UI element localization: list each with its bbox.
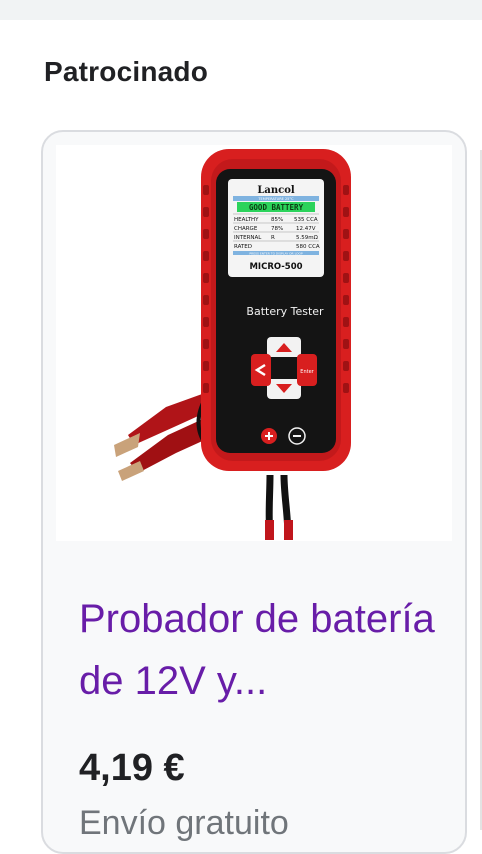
screen-row-2-value: 12.47V xyxy=(296,226,316,232)
screen-row-3-value: 5.59mΩ xyxy=(296,235,318,241)
model-label: MICRO-500 xyxy=(249,262,302,272)
battery-tester-illustration: Lancol TEMPERATURE 25°C GOOD BATTERY HEA… xyxy=(114,149,351,540)
screen-row-1-pct: 85% xyxy=(271,217,283,223)
screen-header: TEMPERATURE 25°C xyxy=(257,197,294,201)
screen-row-2-label: CHARGE xyxy=(234,226,258,232)
product-card[interactable]: Lancol TEMPERATURE 25°C GOOD BATTERY HEA… xyxy=(41,130,467,854)
screen-footer: PRESS ENTER TO DISPLAY OR LOOP xyxy=(249,252,303,256)
screen-row-3-pct: R xyxy=(271,235,275,241)
enter-key-label: Enter xyxy=(300,369,314,375)
sponsored-heading: Patrocinado xyxy=(44,56,209,87)
product-image[interactable]: Lancol TEMPERATURE 25°C GOOD BATTERY HEA… xyxy=(56,145,452,541)
screen-row-2-pct: 78% xyxy=(271,226,283,232)
product-price: 4,19 € xyxy=(79,747,185,789)
screen-status: GOOD BATTERY xyxy=(249,203,304,212)
screen-row-4-value: 580 CCA xyxy=(296,244,320,250)
screen-row-4-label: RATED xyxy=(234,244,252,250)
product-title-link[interactable]: Probador de batería de 12V y... xyxy=(79,588,439,712)
device-label: Battery Tester xyxy=(246,305,324,318)
top-strip xyxy=(0,0,482,20)
shipping-info: Envío gratuito xyxy=(79,804,289,842)
screen-row-1-value: 535 CCA xyxy=(294,217,318,223)
screen-row-3-label: INTERNAL xyxy=(234,235,262,241)
brand-logo: Lancol xyxy=(257,185,295,196)
screen-row-1-label: HEALTHY xyxy=(234,217,259,223)
